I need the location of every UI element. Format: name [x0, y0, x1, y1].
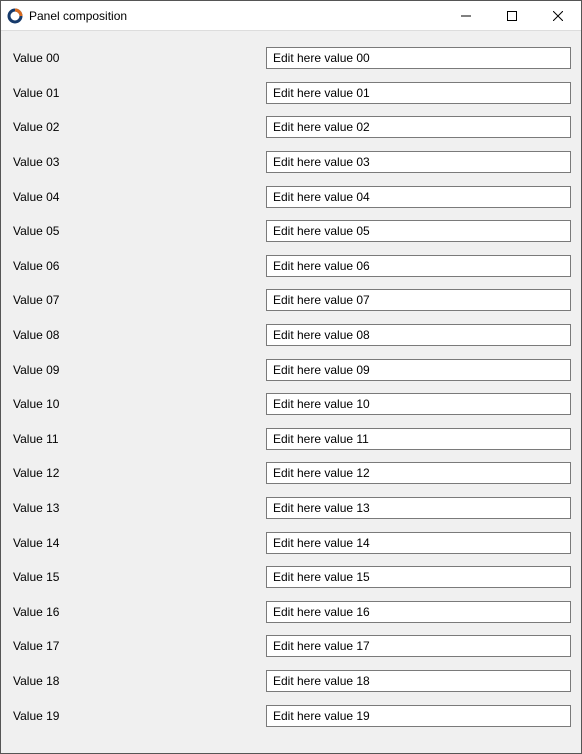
- value-label-18: Value 18: [11, 674, 266, 688]
- value-input-10[interactable]: [266, 393, 571, 415]
- form-row: Value 04: [11, 179, 571, 214]
- value-label-11: Value 11: [11, 432, 266, 446]
- value-label-02: Value 02: [11, 120, 266, 134]
- value-label-17: Value 17: [11, 639, 266, 653]
- value-input-14[interactable]: [266, 532, 571, 554]
- form-row: Value 06: [11, 249, 571, 284]
- form-row: Value 08: [11, 318, 571, 353]
- minimize-button[interactable]: [443, 1, 489, 30]
- value-label-04: Value 04: [11, 190, 266, 204]
- form-row: Value 10: [11, 387, 571, 422]
- value-input-00[interactable]: [266, 47, 571, 69]
- value-label-12: Value 12: [11, 466, 266, 480]
- form-row: Value 11: [11, 422, 571, 457]
- form-row: Value 15: [11, 560, 571, 595]
- form-row: Value 17: [11, 629, 571, 664]
- value-input-08[interactable]: [266, 324, 571, 346]
- value-label-13: Value 13: [11, 501, 266, 515]
- form-row: Value 13: [11, 491, 571, 526]
- value-input-13[interactable]: [266, 497, 571, 519]
- form-row: Value 07: [11, 283, 571, 318]
- value-input-09[interactable]: [266, 359, 571, 381]
- value-input-12[interactable]: [266, 462, 571, 484]
- value-input-05[interactable]: [266, 220, 571, 242]
- app-icon: [7, 8, 23, 24]
- value-input-17[interactable]: [266, 635, 571, 657]
- value-input-03[interactable]: [266, 151, 571, 173]
- titlebar: Panel composition: [1, 1, 581, 31]
- value-label-07: Value 07: [11, 293, 266, 307]
- form-row: Value 14: [11, 525, 571, 560]
- form-row: Value 03: [11, 145, 571, 180]
- form-row: Value 02: [11, 110, 571, 145]
- value-label-09: Value 09: [11, 363, 266, 377]
- form-row: Value 19: [11, 698, 571, 733]
- value-input-06[interactable]: [266, 255, 571, 277]
- value-label-03: Value 03: [11, 155, 266, 169]
- value-input-18[interactable]: [266, 670, 571, 692]
- window-controls: [443, 1, 581, 30]
- form-row: Value 12: [11, 456, 571, 491]
- value-label-06: Value 06: [11, 259, 266, 273]
- value-label-00: Value 00: [11, 51, 266, 65]
- value-label-08: Value 08: [11, 328, 266, 342]
- value-label-10: Value 10: [11, 397, 266, 411]
- value-input-07[interactable]: [266, 289, 571, 311]
- form-panel: Value 00 Value 01 Value 02 Value 03 Value 04…: [1, 31, 581, 753]
- value-input-19[interactable]: [266, 705, 571, 727]
- form-row: Value 05: [11, 214, 571, 249]
- value-label-15: Value 15: [11, 570, 266, 584]
- window-title: Panel composition: [29, 9, 443, 23]
- form-row: Value 01: [11, 76, 571, 111]
- value-label-19: Value 19: [11, 709, 266, 723]
- form-row: Value 09: [11, 352, 571, 387]
- value-label-14: Value 14: [11, 536, 266, 550]
- value-label-16: Value 16: [11, 605, 266, 619]
- value-input-16[interactable]: [266, 601, 571, 623]
- value-label-01: Value 01: [11, 86, 266, 100]
- value-input-15[interactable]: [266, 566, 571, 588]
- maximize-button[interactable]: [489, 1, 535, 30]
- value-input-01[interactable]: [266, 82, 571, 104]
- value-label-05: Value 05: [11, 224, 266, 238]
- form-row: Value 00: [11, 41, 571, 76]
- form-row: Value 18: [11, 664, 571, 699]
- value-input-02[interactable]: [266, 116, 571, 138]
- form-row: Value 16: [11, 595, 571, 630]
- value-input-11[interactable]: [266, 428, 571, 450]
- value-input-04[interactable]: [266, 186, 571, 208]
- close-button[interactable]: [535, 1, 581, 30]
